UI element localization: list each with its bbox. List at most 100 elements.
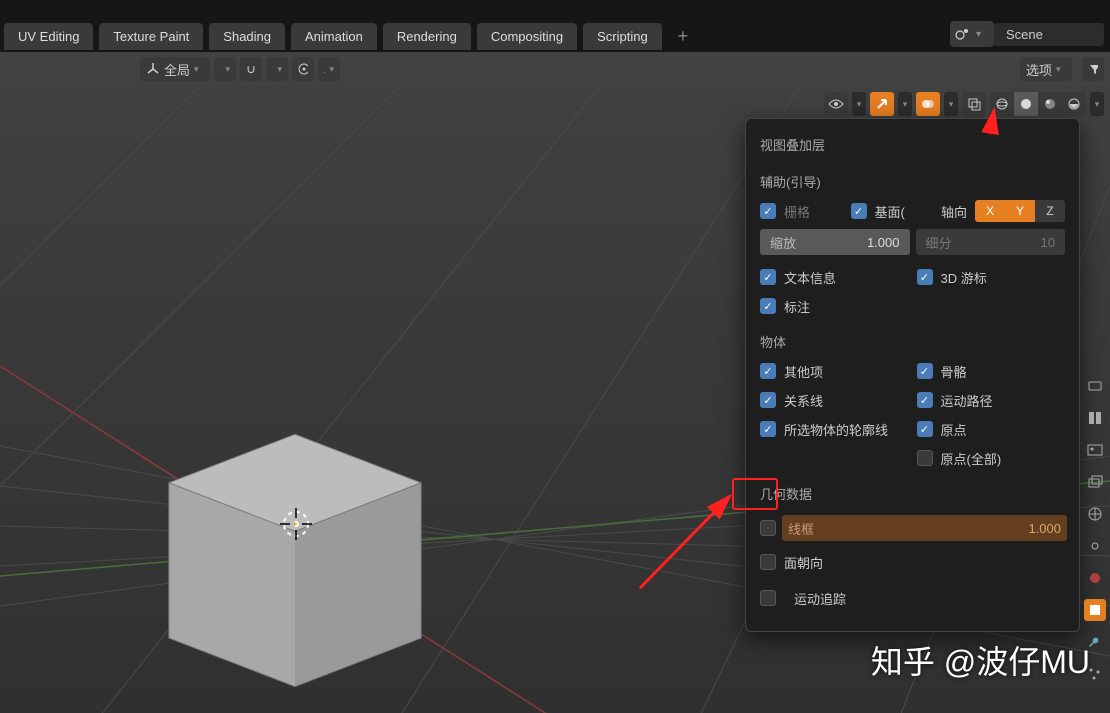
text-info-label: 文本信息 [784,268,836,287]
scale-field[interactable]: 缩放1.000 [760,229,910,255]
add-workspace-button[interactable]: + [668,22,699,51]
bones-checkbox[interactable]: ✓ [917,363,933,379]
filter-icon[interactable] [1082,57,1104,81]
scene-icon [952,23,974,45]
prop-tab-collection[interactable] [1084,535,1106,557]
scene-layers-icon [1087,474,1103,490]
origins-label: 原点 [941,420,967,439]
annotations-checkbox[interactable]: ✓ [760,298,776,314]
motion-tracking-label: 运动追踪 [794,589,846,608]
tab-scripting[interactable]: Scripting [583,23,662,50]
axis-y-toggle[interactable]: Y [1005,200,1035,222]
outline-selected-checkbox[interactable]: ✓ [760,421,776,437]
camera-back-icon [1087,378,1103,394]
overlay-dropdown[interactable]: ▾ [944,92,958,116]
snap-toggle[interactable] [240,57,262,81]
bones-label: 骨骼 [941,362,967,381]
axes-icon [146,62,160,76]
tab-rendering[interactable]: Rendering [383,23,471,50]
tab-uv-editing[interactable]: UV Editing [4,23,93,50]
floor-label: 基面( [875,202,905,221]
chevron-down-icon: ▾ [976,29,990,40]
pivot-point[interactable]: ▾ [214,57,236,81]
shading-wireframe[interactable] [990,92,1014,116]
tab-shading[interactable]: Shading [209,23,285,50]
scene-name-field[interactable]: Scene [994,23,1104,46]
xray-icon [967,97,981,111]
grid-snap-icon [272,62,273,76]
wireframe-checkbox[interactable] [760,520,776,536]
matprev-sphere-icon [1043,97,1057,111]
wireframe-opacity-field[interactable]: 线框 1.000 [782,515,1067,541]
axis-z-toggle[interactable]: Z [1035,200,1065,222]
gizmo-dropdown[interactable]: ▾ [898,92,912,116]
proportional-toggle[interactable] [292,57,314,81]
shading-solid[interactable] [1014,92,1038,116]
face-orientation-checkbox[interactable] [760,554,776,570]
transform-orientation[interactable]: 全局▾ [140,57,210,81]
shading-rendered[interactable] [1062,92,1086,116]
3d-cursor [278,506,314,542]
tab-compositing[interactable]: Compositing [477,23,577,50]
visibility-toggle[interactable] [824,92,848,116]
prop-tab-world[interactable] [1084,503,1106,525]
origins-all-checkbox[interactable] [917,450,933,466]
xray-toggle[interactable] [962,92,986,116]
solid-sphere-icon [1019,97,1033,111]
extras-label: 其他项 [784,362,823,381]
cursor3d-checkbox[interactable]: ✓ [917,269,933,285]
prop-tab-object[interactable] [1084,599,1106,621]
options-dropdown[interactable]: 选项▾ [1020,57,1072,81]
cursor3d-label: 3D 游标 [941,268,987,287]
relationships-label: 关系线 [784,391,823,410]
tab-animation[interactable]: Animation [291,23,377,50]
arrow-icon [875,97,889,111]
prop-tab-output[interactable] [1084,407,1106,429]
grid-checkbox[interactable]: ✓ [760,203,776,219]
overlay-icon [921,97,935,111]
subdiv-field[interactable]: 细分10 [916,229,1066,255]
text-info-checkbox[interactable]: ✓ [760,269,776,285]
guides-section-header: 辅助(引导) [760,172,1065,191]
shading-matprev[interactable] [1038,92,1062,116]
render-sphere-icon [1067,97,1081,111]
extras-checkbox[interactable]: ✓ [760,363,776,379]
motion-tracking-checkbox[interactable] [760,590,776,606]
tab-texture-paint[interactable]: Texture Paint [99,23,203,50]
link-icon [1087,538,1103,554]
gizmo-toggle[interactable] [870,92,894,116]
world-icon [1087,506,1103,522]
axis-toggle-group: X Y Z [975,200,1065,222]
objects-section-header: 物体 [760,332,1065,351]
geometry-section-header: 几何数据 [760,484,1065,503]
prop-tab-scene[interactable] [1084,471,1106,493]
prop-tab-constraints[interactable] [1084,567,1106,589]
relationships-checkbox[interactable]: ✓ [760,392,776,408]
visibility-dropdown[interactable]: ▾ [852,92,866,116]
workspace-tabs: UV Editing Texture Paint Shading Animati… [0,20,1110,52]
shading-dropdown[interactable]: ▾ [1090,92,1104,116]
origins-checkbox[interactable]: ✓ [917,421,933,437]
face-orientation-label: 面朝向 [784,553,823,572]
axis-label: 轴向 [941,202,967,221]
constraint-icon [1087,570,1103,586]
prop-tab-view[interactable] [1084,439,1106,461]
wire-sphere-icon [995,97,1009,111]
prop-tab-render[interactable] [1084,375,1106,397]
shading-modes [990,92,1086,116]
watermark-text: 知乎 @波仔MU [871,637,1090,683]
overlay-toggle[interactable] [916,92,940,116]
annotations-label: 标注 [784,297,810,316]
motion-paths-checkbox[interactable]: ✓ [917,392,933,408]
axis-x-toggle[interactable]: X [975,200,1005,222]
outline-selected-label: 所选物体的轮廓线 [784,420,888,439]
eye-icon [828,98,844,110]
proportional-falloff[interactable]: ▾ [318,57,340,81]
scene-selector[interactable]: ▾ [950,21,994,47]
circle-dot-icon [298,63,308,75]
snap-mode[interactable]: ▾ [266,57,288,81]
filter-icon [1088,62,1098,76]
object-icon [1087,602,1103,618]
floor-checkbox[interactable]: ✓ [851,203,867,219]
popover-title: 视图叠加层 [760,135,1065,154]
